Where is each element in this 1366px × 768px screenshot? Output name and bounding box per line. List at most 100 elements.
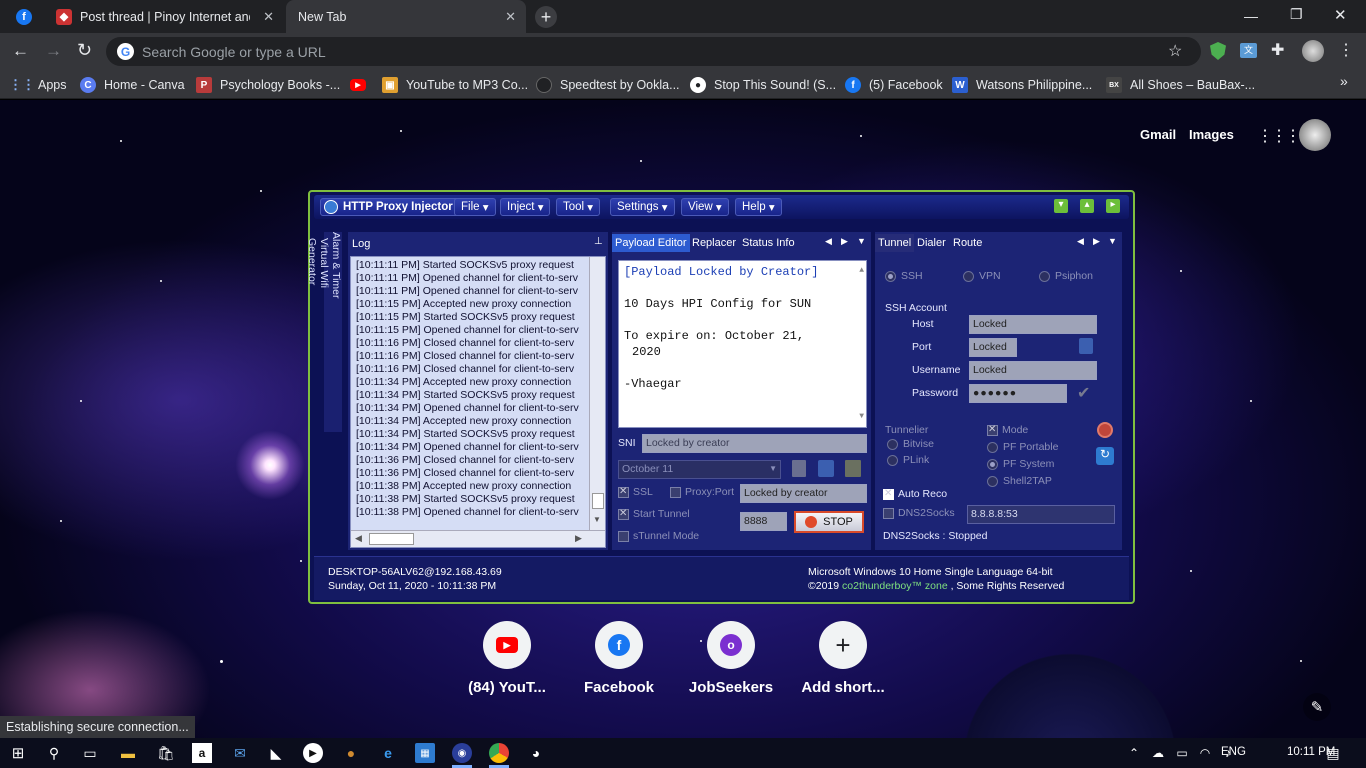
profile-avatar[interactable] (1302, 40, 1324, 62)
chrome-icon[interactable] (489, 743, 509, 763)
close-icon[interactable]: ✕ (505, 9, 516, 25)
right-arrow-icon[interactable]: ▸ (1106, 199, 1120, 213)
save-disk-icon[interactable] (1079, 338, 1093, 354)
minimize-arrow-icon[interactable]: ▾ (1054, 199, 1068, 213)
tab-status-info[interactable]: Status Info (742, 237, 795, 249)
amazon-icon[interactable]: a (192, 743, 212, 763)
up-arrow-icon[interactable]: ▴ (1080, 199, 1094, 213)
radio-vpn[interactable]: VPN (963, 270, 1001, 282)
radio-bitvise[interactable]: Bitvise (887, 438, 934, 450)
port-input[interactable]: 8888 (740, 512, 787, 531)
battery-icon[interactable]: ▭ (1172, 743, 1192, 763)
app-store-icon[interactable]: ▦ (415, 743, 435, 763)
menu-file[interactable]: File ▾ (454, 198, 496, 216)
proxy-input[interactable]: Locked by creator (740, 484, 867, 503)
stunnel-checkbox[interactable]: sTunnel Mode (618, 530, 699, 542)
bookmark-yt-mp3[interactable]: ▣ YouTube to MP3 Co... (382, 75, 528, 95)
tab-dropdown-icon[interactable]: ▼ (857, 236, 866, 246)
cloud-icon[interactable]: ☁ (1148, 743, 1168, 763)
forward-arrow-icon[interactable]: → (45, 41, 62, 61)
notification-icon[interactable]: ▤ (1323, 743, 1343, 763)
mode-checkbox[interactable]: Mode (987, 424, 1028, 436)
username-input[interactable]: Locked (969, 361, 1097, 380)
menu-inject[interactable]: Inject ▾ (500, 198, 551, 216)
bookmark-canva[interactable]: C Home - Canva (80, 75, 185, 95)
start-tunnel-checkbox[interactable]: Start Tunnel (618, 508, 690, 520)
scroll-down-icon[interactable]: ▼ (593, 515, 601, 524)
bookmark-stop-sound[interactable]: ● Stop This Sound! (S... (690, 75, 836, 95)
chevron-up-icon[interactable]: ⌃ (1124, 743, 1144, 763)
close-icon[interactable]: ✕ (263, 9, 274, 25)
power-icon[interactable] (1097, 422, 1113, 438)
bookmark-speedtest[interactable]: Speedtest by Ookla... (536, 75, 680, 95)
save-disk-icon[interactable] (818, 460, 834, 477)
tab-payload-editor[interactable]: Payload Editor (612, 234, 690, 252)
password-input[interactable]: ●●●●●● (969, 384, 1067, 403)
task-view-icon[interactable]: ▭ (80, 743, 100, 763)
radio-shell2tap[interactable]: Shell2TAP (987, 475, 1052, 487)
scroll-thumb[interactable] (592, 493, 604, 509)
close-window-button[interactable]: ✕ (1334, 6, 1347, 24)
ssh-port-input[interactable]: Locked (969, 338, 1017, 357)
bookmark-star-icon[interactable]: ☆ (1168, 41, 1182, 61)
menu-tool[interactable]: Tool ▾ (556, 198, 601, 216)
tab-post-thread[interactable]: ◆ Post thread | Pinoy Internet and Techn… (48, 0, 284, 33)
pin-icon[interactable]: ⊥ (594, 236, 603, 247)
back-arrow-icon[interactable]: ← (12, 41, 29, 61)
http-injector-taskbar-icon[interactable]: ◉ (452, 743, 472, 763)
gmail-link[interactable]: Gmail (1140, 127, 1176, 142)
log-box[interactable]: [10:11:11 PM] Started SOCKSv5 proxy requ… (350, 256, 606, 548)
payload-editor[interactable]: [Payload Locked by Creator] 10 Days HPI … (618, 260, 867, 428)
shortcut-facebook[interactable]: f Facebook (563, 621, 675, 696)
scroll-thumb-h[interactable] (369, 533, 414, 545)
search-icon[interactable]: ⚲ (44, 743, 64, 763)
checkmark-icon[interactable]: ✔ (1077, 383, 1090, 403)
mail-icon[interactable]: ✉ (230, 743, 250, 763)
game-icon[interactable]: ● (341, 743, 361, 763)
radio-ssh[interactable]: SSH (885, 270, 923, 282)
shortcut-jobseekers[interactable]: o JobSeekers (675, 621, 787, 696)
images-link[interactable]: Images (1189, 127, 1234, 142)
tab-dialer[interactable]: Dialer (917, 237, 946, 249)
bookmark-psychology[interactable]: P Psychology Books -... (196, 75, 340, 95)
dns2socks-checkbox[interactable]: DNS2Socks (883, 507, 955, 519)
app-icon[interactable]: ◕ (526, 743, 546, 763)
omnibox[interactable]: G Search Google or type a URL ☆ (106, 37, 1201, 66)
wifi-icon[interactable]: ◠ (1195, 743, 1215, 763)
refresh-icon[interactable]: ↻ (1096, 447, 1114, 465)
extensions-puzzle-icon[interactable]: ✚ (1271, 40, 1284, 60)
new-tab-button[interactable]: + (535, 6, 557, 28)
store-icon[interactable]: 🛍 (156, 743, 176, 763)
menu-settings[interactable]: Settings ▾ (610, 198, 675, 216)
ssl-checkbox[interactable]: SSL (618, 486, 653, 498)
side-tab-alarm[interactable]: Alarm & Timer (330, 232, 342, 307)
radio-psiphon[interactable]: Psiphon (1039, 270, 1093, 282)
host-input[interactable]: Locked (969, 315, 1097, 334)
tab-nav-left-icon[interactable]: ◀ (825, 236, 832, 247)
radio-pf-portable[interactable]: PF Portable (987, 441, 1058, 453)
translate-extension-icon[interactable]: 文 (1240, 43, 1257, 58)
shield-extension-icon[interactable] (1210, 42, 1226, 60)
log-scrollbar-h[interactable]: ◀ ▶ (351, 530, 605, 547)
tab-pinned-facebook[interactable]: f (8, 0, 48, 33)
customize-pencil-icon[interactable]: ✎ (1303, 693, 1331, 721)
tab-new-tab[interactable]: New Tab ✕ (286, 0, 526, 33)
sni-input[interactable]: Locked by creator (642, 434, 867, 453)
tab-nav-left-icon[interactable]: ◀ (1077, 236, 1084, 247)
menu-view[interactable]: View ▾ (681, 198, 729, 216)
tab-nav-right-icon[interactable]: ▶ (1093, 236, 1100, 247)
shortcut-youtube[interactable]: ▶ (84) YouT... (451, 621, 563, 696)
chevron-right-icon[interactable]: » (1340, 73, 1348, 89)
scroll-up-icon[interactable]: ▲ (859, 263, 864, 279)
tab-nav-right-icon[interactable]: ▶ (841, 236, 848, 247)
scroll-left-icon[interactable]: ◀ (355, 533, 362, 544)
restore-button[interactable]: ❐ (1290, 6, 1303, 23)
bookmark-watsons[interactable]: W Watsons Philippine... (952, 75, 1092, 95)
side-tab-generator[interactable]: Generator (306, 238, 318, 293)
ntp-avatar[interactable] (1299, 119, 1331, 151)
side-tab-virtual-wifi[interactable]: Virtual Wifi (318, 238, 330, 303)
bookmark-apps[interactable]: ⋮⋮ Apps (9, 75, 67, 95)
minimize-button[interactable]: — (1244, 8, 1258, 24)
radio-pf-system[interactable]: PF System (987, 458, 1054, 470)
date-select[interactable]: October 11 ▼ (618, 460, 781, 479)
